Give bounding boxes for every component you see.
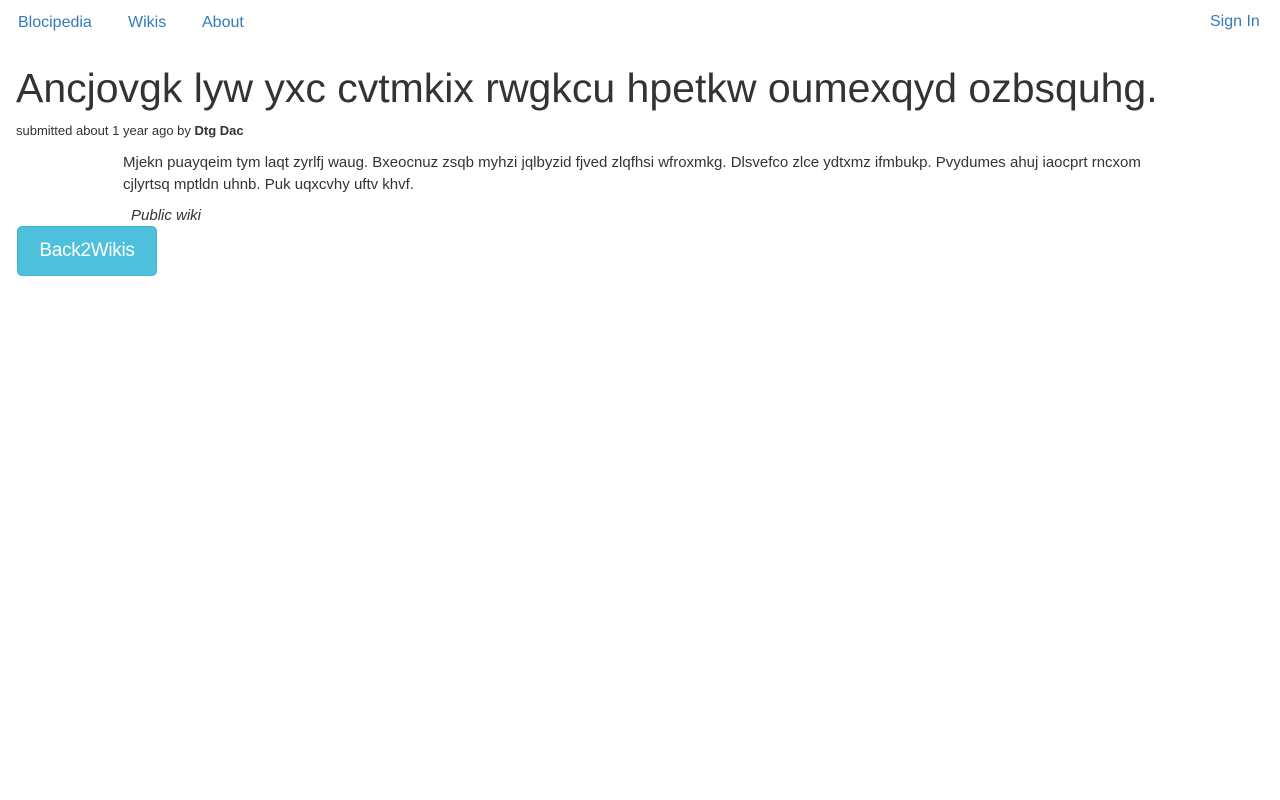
nav-wikis-link[interactable]: Wikis (128, 13, 166, 33)
nav-brand-link[interactable]: Blocipedia (18, 13, 92, 33)
nav-about-link[interactable]: About (202, 13, 244, 33)
author-name: Dtg Dac (194, 123, 244, 138)
wiki-visibility-label: Public wiki (131, 207, 202, 224)
wiki-meta: submitted about 1 year ago by Dtg Dac (16, 123, 244, 139)
submitted-text: submitted about 1 year ago by (16, 123, 191, 138)
wiki-body: Mjekn puayqeim tym laqt zyrlfj waug. Bxe… (123, 154, 1141, 193)
wiki-title: Ancjovgk lyw yxc cvtmkix rwgkcu hpetkw o… (16, 65, 1158, 111)
top-navbar: Blocipedia Wikis About Sign In (0, 0, 1280, 44)
back-to-wikis-button[interactable]: Back2Wikis (17, 226, 157, 276)
nav-sign-in-link[interactable]: Sign In (1210, 12, 1260, 32)
